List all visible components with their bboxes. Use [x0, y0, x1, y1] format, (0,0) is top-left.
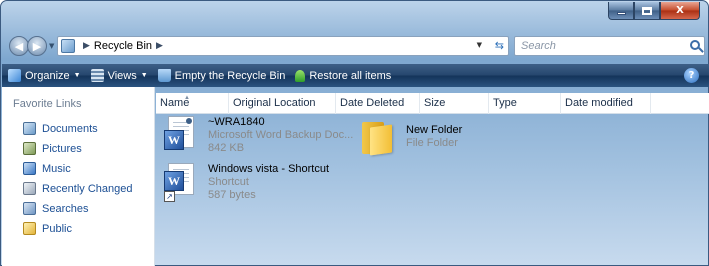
file-item-new-folder[interactable]: New Folder File Folder [362, 116, 462, 156]
file-name: ~WRA1840 [208, 116, 265, 128]
column-label: Date Deleted [340, 97, 405, 109]
column-label: Date modified [565, 97, 633, 109]
column-size[interactable]: Size [420, 93, 489, 114]
chevron-down-icon: ▼ [140, 72, 148, 79]
search-icon[interactable] [690, 40, 700, 50]
file-name: New Folder [406, 124, 463, 136]
sidebar-item-label: Searches [42, 202, 89, 215]
shortcut-arrow-icon: ↗ [164, 191, 175, 202]
breadcrumb-chevron-icon[interactable]: ▶ [156, 41, 163, 51]
empty-recycle-bin-button[interactable]: Empty the Recycle Bin [157, 69, 286, 82]
forward-button[interactable]: ▶ [27, 36, 47, 56]
sidebar-item-public[interactable]: Public [23, 222, 72, 235]
views-icon [90, 69, 104, 82]
minimize-button[interactable] [608, 2, 634, 20]
recent-pages-dropdown[interactable]: ▼ [49, 42, 54, 50]
file-type: File Folder [406, 137, 458, 149]
restore-icon [295, 69, 306, 82]
column-name[interactable]: ▲ Name [156, 93, 229, 114]
navigation-pane: Favorite Links Documents Pictures Music … [2, 87, 155, 266]
explorer-window: X ◀ ▶ ▼ ▶ Recycle Bin ▶ ▼ ⇆ Search Organ… [0, 0, 709, 266]
views-label: Views [107, 69, 137, 82]
empty-recycle-bin-label: Empty the Recycle Bin [174, 69, 286, 82]
sidebar-item-searches[interactable]: Searches [23, 202, 88, 215]
recycle-bin-icon [61, 39, 75, 53]
sidebar-item-label: Public [42, 222, 72, 235]
column-label: Type [493, 97, 517, 109]
views-button[interactable]: Views ▼ [90, 69, 148, 82]
restore-all-items-button[interactable]: Restore all items [295, 69, 392, 82]
sidebar-item-recently-changed[interactable]: Recently Changed [23, 182, 133, 195]
breadcrumb-recycle-bin[interactable]: Recycle Bin [94, 40, 152, 52]
documents-icon [23, 122, 36, 135]
file-item-wra1840[interactable]: W ~WRA1840 Microsoft Word Backup Doc... … [164, 116, 353, 156]
folder-icon [362, 116, 398, 156]
backup-badge-icon [186, 118, 192, 124]
file-item-windows-vista-shortcut[interactable]: W ↗ Windows vista - Shortcut Shortcut 58… [164, 163, 329, 203]
organize-icon [8, 69, 21, 82]
file-name: Windows vista - Shortcut [208, 163, 330, 175]
chevron-down-icon: ▼ [73, 72, 81, 79]
shortcut-icon: W ↗ [164, 163, 200, 203]
search-input[interactable]: Search [514, 36, 705, 56]
sidebar-item-pictures[interactable]: Pictures [23, 142, 82, 155]
sort-ascending-icon: ▲ [184, 95, 190, 101]
folder-graphic [362, 118, 392, 156]
file-details: New Folder File Folder [406, 124, 462, 156]
restore-all-items-label: Restore all items [309, 69, 392, 82]
word-backup-document-icon: W [164, 116, 200, 156]
sidebar-item-music[interactable]: Music [23, 162, 71, 175]
help-icon[interactable]: ? [684, 68, 699, 83]
window-controls: X [608, 2, 700, 20]
navigation-bar: ◀ ▶ ▼ ▶ Recycle Bin ▶ ▼ ⇆ Search [9, 34, 705, 58]
file-details: Windows vista - Shortcut Shortcut 587 by… [208, 163, 329, 203]
column-label: Size [424, 97, 446, 109]
file-type: Microsoft Word Backup Doc... [208, 129, 354, 141]
minimize-icon [616, 12, 626, 15]
sidebar-item-label: Documents [42, 122, 98, 135]
close-button[interactable]: X [660, 2, 700, 20]
maximize-button[interactable] [634, 2, 660, 20]
search-placeholder: Search [521, 40, 556, 52]
breadcrumb-chevron-icon[interactable]: ▶ [83, 41, 90, 51]
sidebar-item-label: Recently Changed [42, 182, 133, 195]
sidebar-item-documents[interactable]: Documents [23, 122, 98, 135]
folder-front [370, 124, 392, 156]
column-label: Original Location [233, 97, 316, 109]
file-size: 587 bytes [208, 189, 256, 201]
column-header: ▲ Name Original Location Date Deleted Si… [156, 93, 709, 114]
column-date-modified[interactable]: Date modified [561, 93, 651, 114]
column-date-deleted[interactable]: Date Deleted [336, 93, 420, 114]
address-bar[interactable]: ▶ Recycle Bin ▶ ▼ ⇆ [57, 36, 509, 56]
searches-icon [23, 202, 36, 215]
recycle-bin-icon [157, 69, 171, 82]
sidebar-item-label: Pictures [42, 142, 82, 155]
sidebar-item-label: Music [42, 162, 71, 175]
column-original-location[interactable]: Original Location [229, 93, 336, 114]
address-dropdown-icon[interactable]: ▼ [477, 41, 482, 49]
word-icon: W [164, 171, 184, 191]
file-type: Shortcut [208, 176, 249, 188]
column-type[interactable]: Type [489, 93, 561, 114]
maximize-icon [642, 6, 652, 15]
organize-button[interactable]: Organize ▼ [8, 69, 81, 82]
refresh-icon[interactable]: ⇆ [495, 39, 504, 52]
recently-changed-icon [23, 182, 36, 195]
pictures-icon [23, 142, 36, 155]
favorite-links-heading: Favorite Links [13, 98, 82, 110]
public-folder-icon [23, 222, 36, 235]
word-icon: W [164, 130, 184, 150]
organize-label: Organize [25, 69, 70, 82]
back-button[interactable]: ◀ [9, 36, 29, 56]
command-toolbar: Organize ▼ Views ▼ Empty the Recycle Bin… [2, 64, 709, 87]
file-size: 842 KB [208, 142, 245, 154]
file-details: ~WRA1840 Microsoft Word Backup Doc... 84… [208, 116, 353, 156]
music-icon [23, 162, 36, 175]
